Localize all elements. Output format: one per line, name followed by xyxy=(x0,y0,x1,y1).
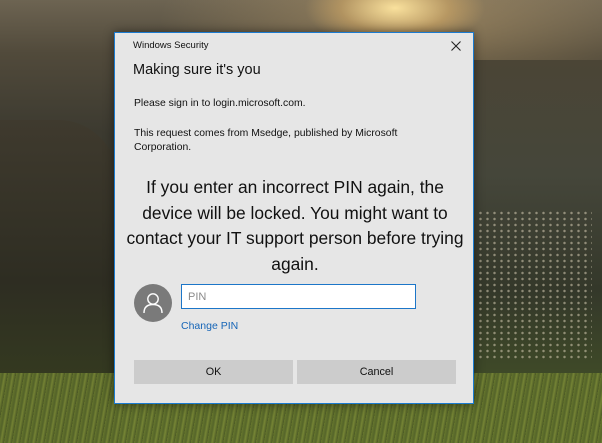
change-pin-link[interactable]: Change PIN xyxy=(181,320,238,332)
dialog-titlebar[interactable]: Windows Security xyxy=(115,33,473,59)
pin-input[interactable] xyxy=(181,284,416,309)
user-avatar-icon xyxy=(134,284,172,322)
close-icon xyxy=(451,41,461,51)
window-title: Windows Security xyxy=(133,40,209,51)
close-button[interactable] xyxy=(443,35,469,57)
wallpaper-city-lights xyxy=(477,210,592,360)
dialog-heading: Making sure it's you xyxy=(133,62,261,78)
lockout-warning-text: If you enter an incorrect PIN again, the… xyxy=(126,177,464,274)
signin-text: Please sign in to login.microsoft.com. xyxy=(134,98,306,109)
ok-button[interactable]: OK xyxy=(134,360,293,384)
request-source-text: This request comes from Msedge, publishe… xyxy=(134,128,398,153)
cancel-button[interactable]: Cancel xyxy=(297,360,456,384)
windows-security-dialog: Windows Security Making sure it's you Pl… xyxy=(114,32,474,404)
